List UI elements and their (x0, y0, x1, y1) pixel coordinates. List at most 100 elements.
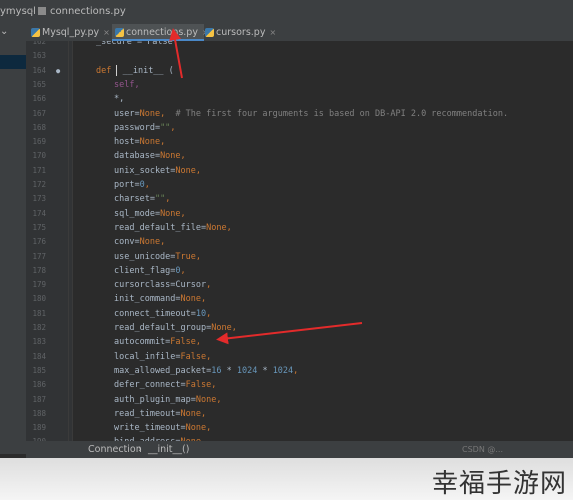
code-token: Cursor (175, 280, 207, 291)
code-line[interactable]: 179 cursorclass=Cursor, (26, 278, 573, 292)
code-line[interactable]: 186 defer_connect=False, (26, 378, 573, 392)
code-line[interactable]: 166 *, (26, 92, 573, 106)
tab-label: connections.py (126, 27, 198, 38)
line-number: 188 (32, 408, 46, 418)
code-line[interactable]: 189 write_timeout=None, (26, 421, 573, 435)
code-line[interactable]: 177 use_unicode=True, (26, 250, 573, 264)
python-file-icon (205, 28, 214, 37)
line-number: 162 (32, 41, 46, 46)
code-editor[interactable]: 162 _secure = False 163 164 ● def __init__ (1… (26, 41, 573, 441)
code-line[interactable]: 176 conv=None, (26, 235, 573, 249)
line-number: 179 (32, 280, 46, 290)
code-line[interactable]: 185 max_allowed_packet=16 * 1024 * 1024, (26, 364, 573, 378)
code-text: port=0, (114, 178, 150, 192)
code-text: connect_timeout=10, (114, 307, 211, 321)
chevron-down-icon[interactable]: ⌄ (0, 26, 8, 37)
function-name: __init__ (117, 65, 169, 76)
close-icon[interactable]: × (269, 28, 276, 37)
code-token: read_timeout= (114, 408, 181, 419)
breadcrumb-file[interactable]: connections.py (50, 0, 126, 24)
code-token: local_infile= (114, 351, 181, 362)
line-number: 176 (32, 237, 46, 247)
line-number: 182 (32, 323, 46, 332)
code-token: database= (114, 151, 161, 162)
editor-tabs: Mysql_py.py× connections.py× cursors.py× (26, 24, 573, 41)
code-token: autocommit= (114, 337, 171, 348)
code-token: , (180, 151, 186, 162)
project-panel: ⌄ (0, 24, 27, 454)
code-line[interactable]: 171 unix_socket=None, (26, 164, 573, 178)
close-icon[interactable]: × (103, 28, 110, 37)
code-line[interactable]: 181 connect_timeout=10, (26, 307, 573, 321)
line-number: 187 (32, 394, 46, 404)
code-line[interactable]: 182 read_default_group=None, (26, 321, 573, 335)
code-token: , (195, 165, 202, 176)
code-token: charset= (114, 194, 155, 205)
code-token: client_flag= (114, 265, 176, 276)
code-line[interactable]: 187 auth_plugin_map=None, (26, 393, 573, 407)
line-number: 183 (32, 337, 46, 347)
code-token: defer_connect= (114, 380, 186, 391)
code-line[interactable]: 162 _secure = False (26, 41, 573, 49)
code-token: None (180, 408, 202, 419)
code-token: , (180, 208, 186, 219)
code-token: False (185, 380, 212, 391)
watermark-logo: 幸福手游网 (431, 469, 567, 499)
code-token: None (180, 294, 202, 305)
code-line[interactable]: 167 user=None, # The first four arguments… (26, 107, 573, 121)
code-token: self, (114, 79, 140, 90)
code-line[interactable]: 163 (26, 49, 573, 63)
code-token: , (206, 308, 212, 319)
code-comment: # The first four arguments is based on D… (165, 108, 509, 119)
code-token: None (139, 108, 161, 119)
code-token: host= (114, 137, 140, 148)
code-line[interactable]: 175 read_default_file=None, (26, 221, 573, 235)
code-text: _secure = False (96, 41, 173, 49)
line-number: 185 (32, 365, 46, 375)
code-text: auth_plugin_map=None, (114, 393, 222, 407)
code-token: None (160, 208, 181, 219)
selected-tree-row[interactable] (0, 55, 26, 69)
code-token: 16 (211, 365, 222, 376)
code-line[interactable]: 169 host=None, (26, 135, 573, 149)
code-line[interactable]: 168 password="", (26, 121, 573, 135)
code-token: auth_plugin_map= (114, 394, 196, 405)
code-token: , (293, 365, 299, 376)
code-token: , (195, 337, 202, 348)
code-token: None (139, 137, 161, 148)
code-token: 10 (195, 308, 207, 319)
method-crumb[interactable]: __init__() (148, 441, 189, 458)
code-token: ( (168, 65, 174, 76)
code-token: , (206, 280, 212, 291)
line-number: 184 (32, 351, 46, 361)
code-line[interactable]: 172 port=0, (26, 178, 573, 192)
code-token: , (180, 265, 186, 276)
code-line[interactable]: 178 client_flag=0, (26, 264, 573, 278)
code-token: , (195, 251, 202, 262)
code-line[interactable]: 183 autocommit=False, (26, 335, 573, 349)
code-line[interactable]: 174 sql_mode=None, (26, 207, 573, 221)
code-line[interactable]: 188 read_timeout=None, (26, 407, 573, 421)
code-line[interactable]: 164 ● def __init__ ( (26, 64, 573, 78)
code-text: defer_connect=False, (114, 378, 216, 392)
line-number: 167 (32, 108, 46, 118)
code-line[interactable]: 165 self, (26, 78, 573, 92)
tab-cursors-py[interactable]: cursors.py × (202, 24, 296, 41)
watermark-small: CSDN @... (462, 445, 503, 454)
line-number: 171 (32, 165, 46, 175)
tab-label: Mysql_py.py (42, 27, 100, 38)
line-number: 181 (32, 308, 46, 318)
code-line[interactable]: 173 charset="", (26, 192, 573, 206)
code-line[interactable]: 184 local_infile=False, (26, 350, 573, 364)
code-text: cursorclass=Cursor, (114, 278, 211, 292)
code-line[interactable]: 180 init_command=None, (26, 292, 573, 306)
tab-connections-py[interactable]: connections.py× (112, 24, 209, 41)
line-number: 169 (32, 137, 46, 147)
code-text: local_infile=False, (114, 350, 211, 364)
code-line[interactable]: 170 database=None, (26, 149, 573, 163)
code-token: None (160, 151, 181, 162)
code-text: use_unicode=True, (114, 250, 201, 264)
class-crumb[interactable]: Connection (88, 441, 142, 458)
code-token: init_command= (114, 294, 181, 305)
code-text: read_timeout=None, (114, 407, 206, 421)
